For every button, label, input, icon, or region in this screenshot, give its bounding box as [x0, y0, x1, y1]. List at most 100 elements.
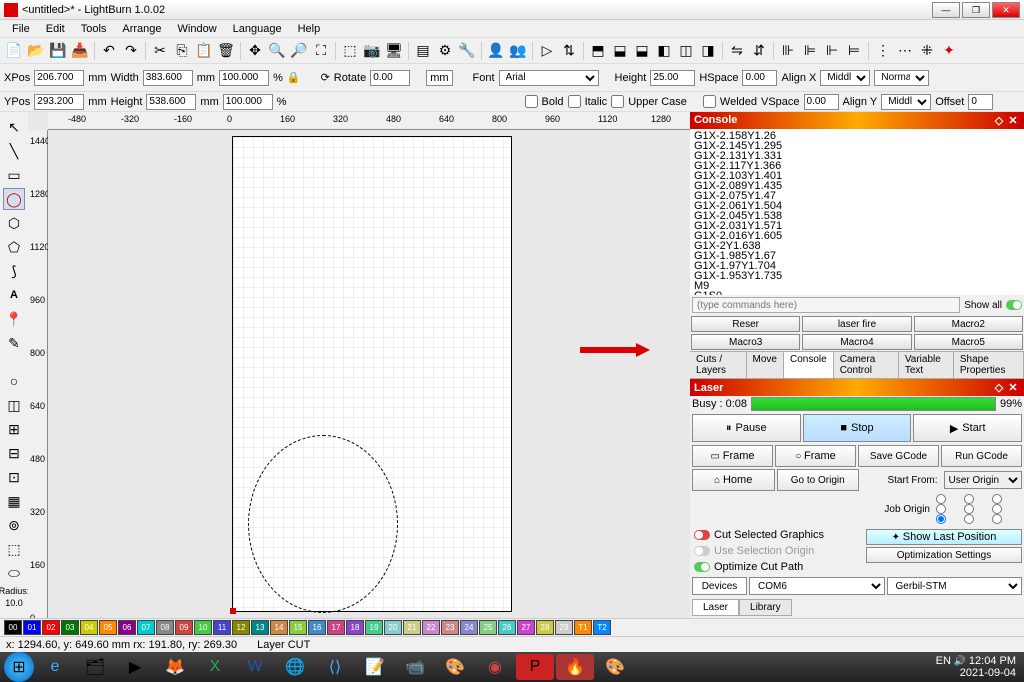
- pencil-tool[interactable]: ✎: [3, 332, 25, 354]
- wpct-input[interactable]: [219, 70, 269, 86]
- workspace[interactable]: [48, 130, 690, 618]
- delete-icon[interactable]: 🗑: [216, 41, 236, 61]
- color-07[interactable]: 07: [137, 620, 155, 635]
- color-28[interactable]: 28: [536, 620, 554, 635]
- minimize-button[interactable]: —: [932, 2, 960, 18]
- color-29[interactable]: 29: [555, 620, 573, 635]
- color-13[interactable]: 13: [251, 620, 269, 635]
- color-11[interactable]: 11: [213, 620, 231, 635]
- app2-icon[interactable]: P: [516, 654, 554, 680]
- redo-icon[interactable]: ↷: [121, 41, 141, 61]
- macro-laserfire[interactable]: laser fire: [802, 316, 911, 332]
- offset-input[interactable]: [968, 94, 993, 110]
- frame2-button[interactable]: ○ Frame: [775, 445, 856, 467]
- camera-icon[interactable]: 📷: [362, 41, 382, 61]
- console-output[interactable]: G1X-2.158Y1.26G1X-2.145Y1.295G1X-2.131Y1…: [690, 129, 1024, 296]
- color-21[interactable]: 21: [403, 620, 421, 635]
- word-icon[interactable]: W: [236, 654, 274, 680]
- app1-icon[interactable]: ◉: [476, 654, 514, 680]
- device-icon[interactable]: 🔧: [457, 41, 477, 61]
- startfrom-select[interactable]: User Origin: [944, 471, 1023, 489]
- alignright-icon[interactable]: ◨: [698, 41, 718, 61]
- origin-mr[interactable]: [992, 504, 1002, 514]
- tab-console[interactable]: Console: [784, 352, 834, 378]
- color-01[interactable]: 01: [23, 620, 41, 635]
- npp-icon[interactable]: 📝: [356, 654, 394, 680]
- color-02[interactable]: 02: [42, 620, 60, 635]
- menu-arrange[interactable]: Arrange: [114, 21, 169, 37]
- color-23[interactable]: 23: [441, 620, 459, 635]
- pointer-tool[interactable]: ↖: [3, 116, 25, 138]
- color-T2[interactable]: T2: [593, 620, 611, 635]
- undo-icon[interactable]: ↶: [99, 41, 119, 61]
- explorer-icon[interactable]: 🗂: [76, 654, 114, 680]
- aligncenter-icon[interactable]: ◫: [676, 41, 696, 61]
- undock-icon[interactable]: ◇: [992, 381, 1006, 394]
- alignbot-icon[interactable]: ⬓: [632, 41, 652, 61]
- distrib3-icon[interactable]: ⊩: [822, 41, 842, 61]
- hpct-input[interactable]: [223, 94, 273, 110]
- color-22[interactable]: 22: [422, 620, 440, 635]
- origin-tc[interactable]: [964, 494, 974, 504]
- menu-edit[interactable]: Edit: [38, 21, 73, 37]
- bool2-tool[interactable]: ⊟: [3, 442, 25, 464]
- text-tool[interactable]: A: [3, 284, 25, 306]
- xpos-input[interactable]: [34, 70, 84, 86]
- panel-close-icon[interactable]: ✕: [1006, 381, 1020, 394]
- color-12[interactable]: 12: [232, 620, 250, 635]
- panel-close-icon[interactable]: ✕: [1006, 114, 1020, 127]
- frame-button[interactable]: ▭ Frame: [692, 445, 773, 467]
- paint-icon[interactable]: 🎨: [436, 654, 474, 680]
- offset-tool[interactable]: ◫: [3, 394, 25, 416]
- alignmid-icon[interactable]: ⬓: [610, 41, 630, 61]
- color-08[interactable]: 08: [156, 620, 174, 635]
- zoomfit-icon[interactable]: ⛶: [311, 41, 331, 61]
- color-26[interactable]: 26: [498, 620, 516, 635]
- monitor-icon[interactable]: 🖥: [384, 41, 404, 61]
- bool3-tool[interactable]: ⊡: [3, 466, 25, 488]
- goto-origin-button[interactable]: Go to Origin: [777, 469, 860, 491]
- preview-icon[interactable]: ▤: [413, 41, 433, 61]
- color-14[interactable]: 14: [270, 620, 288, 635]
- home-button[interactable]: ⌂ Home: [692, 469, 775, 491]
- origin-br[interactable]: [992, 514, 1002, 524]
- macro-3[interactable]: Macro3: [691, 334, 800, 350]
- close-button[interactable]: ✕: [992, 2, 1020, 18]
- firefox-icon[interactable]: 🦊: [156, 654, 194, 680]
- tab-cuts[interactable]: Cuts / Layers: [690, 352, 747, 378]
- macro-2[interactable]: Macro2: [914, 316, 1023, 332]
- paste-icon[interactable]: 📋: [194, 41, 214, 61]
- color-00[interactable]: 00: [4, 620, 22, 635]
- vspace-input[interactable]: [804, 94, 839, 110]
- distrib1-icon[interactable]: ⊪: [778, 41, 798, 61]
- pause-button[interactable]: ⏸Pause: [692, 414, 801, 442]
- import-icon[interactable]: 📥: [70, 41, 90, 61]
- upper-check[interactable]: [611, 95, 624, 108]
- vscode-icon[interactable]: ⟨⟩: [316, 654, 354, 680]
- color-03[interactable]: 03: [61, 620, 79, 635]
- color-05[interactable]: 05: [99, 620, 117, 635]
- color-16[interactable]: 16: [308, 620, 326, 635]
- console-input[interactable]: [692, 297, 960, 313]
- menu-language[interactable]: Language: [225, 21, 290, 37]
- color-06[interactable]: 06: [118, 620, 136, 635]
- height-input[interactable]: [650, 70, 695, 86]
- welded-check[interactable]: [703, 95, 716, 108]
- origin-mc[interactable]: [964, 504, 974, 514]
- path1-tool[interactable]: ⬚: [3, 538, 25, 560]
- updown-icon[interactable]: ⇅: [559, 41, 579, 61]
- ypos-input[interactable]: [34, 94, 84, 110]
- optcut-toggle[interactable]: [694, 562, 710, 572]
- alignleft-icon[interactable]: ◧: [654, 41, 674, 61]
- menu-file[interactable]: File: [4, 21, 38, 37]
- zoomout-icon[interactable]: 🔎: [289, 41, 309, 61]
- color-15[interactable]: 15: [289, 620, 307, 635]
- new-icon[interactable]: 📄: [4, 41, 24, 61]
- people-icon[interactable]: 👥: [508, 41, 528, 61]
- radial-icon[interactable]: ⊚: [3, 514, 25, 536]
- grid4-icon[interactable]: ✦: [939, 41, 959, 61]
- origin-tr[interactable]: [992, 494, 1002, 504]
- color-10[interactable]: 10: [194, 620, 212, 635]
- macro-5[interactable]: Macro5: [914, 334, 1023, 350]
- savegcode-button[interactable]: Save GCode: [858, 445, 939, 467]
